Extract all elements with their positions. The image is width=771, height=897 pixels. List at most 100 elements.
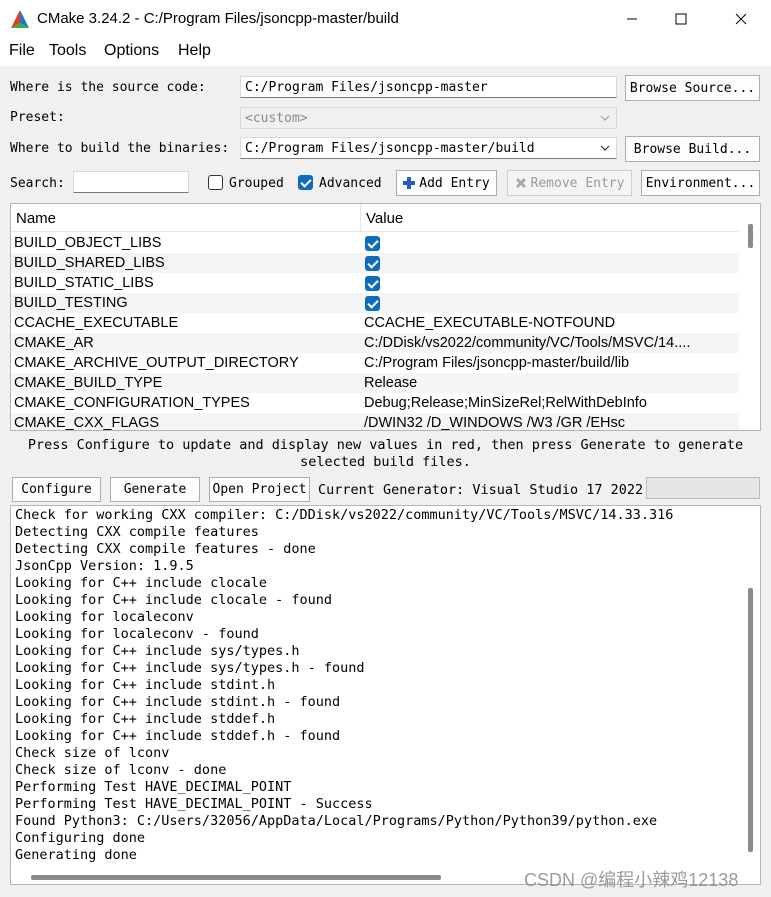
close-icon: [735, 13, 747, 25]
cmake-triangle-icon: [11, 10, 29, 28]
progress-bar: [646, 477, 760, 499]
browse-source-button[interactable]: Browse Source...: [625, 75, 760, 101]
cell-value: C:/DDisk/vs2022/community/VC/Tools/MSVC/…: [364, 335, 691, 351]
log-scrollbar-thumb[interactable]: [748, 588, 753, 852]
window-title: CMake 3.24.2 - C:/Program Files/jsoncpp-…: [37, 10, 399, 27]
preset-label: Preset:: [10, 110, 65, 125]
source-path-input[interactable]: C:/Program Files/jsoncpp-master: [240, 76, 617, 98]
cell-value: Debug;Release;MinSizeRel;RelWithDebInfo: [364, 395, 647, 411]
minimize-button[interactable]: [609, 0, 655, 38]
configure-hint: Press Configure to update and display ne…: [10, 437, 761, 471]
environment-button[interactable]: Environment...: [641, 170, 760, 196]
table-header: Name Value: [11, 204, 739, 232]
log-line: Looking for C++ include stddef.h - found: [15, 728, 341, 744]
table-row[interactable]: BUILD_STATIC_LIBS: [11, 273, 739, 293]
configure-button[interactable]: Configure: [12, 477, 101, 502]
value-checkbox[interactable]: [365, 256, 380, 271]
log-line: Found Python3: C:/Users/32056/AppData/Lo…: [15, 813, 658, 829]
output-log: Check for working CXX compiler: C:/DDisk…: [10, 505, 761, 885]
advanced-label: Advanced: [319, 176, 382, 191]
remove-entry-button[interactable]: Remove Entry: [507, 170, 632, 196]
log-line: Detecting CXX compile features: [15, 524, 259, 540]
cell-name: CMAKE_ARCHIVE_OUTPUT_DIRECTORY: [14, 355, 299, 371]
column-header-value[interactable]: Value: [366, 210, 403, 227]
log-horizontal-scrollbar-thumb[interactable]: [31, 875, 441, 880]
cell-name: BUILD_OBJECT_LIBS: [14, 235, 162, 251]
cell-name: BUILD_TESTING: [14, 295, 128, 311]
log-line: Looking for localeconv: [15, 609, 194, 625]
log-line: Check size of lconv - done: [15, 762, 227, 778]
minimize-icon: [627, 18, 637, 20]
table-row[interactable]: CMAKE_BUILD_TYPE Release: [11, 373, 739, 393]
binaries-path-value: C:/Program Files/jsoncpp-master/build: [245, 141, 535, 156]
binaries-label: Where to build the binaries:: [10, 141, 230, 156]
menu-help[interactable]: Help: [178, 42, 211, 60]
hint-line-1: Press Configure to update and display ne…: [27, 437, 744, 453]
table-scrollbar[interactable]: [739, 204, 760, 430]
chevron-down-icon: [600, 115, 610, 121]
log-line: Looking for C++ include sys/types.h: [15, 643, 300, 659]
cell-value: Release: [364, 375, 418, 391]
table-row[interactable]: BUILD_OBJECT_LIBS: [11, 233, 739, 253]
grouped-checkbox[interactable]: [208, 175, 223, 190]
value-checkbox[interactable]: [365, 276, 380, 291]
value-checkbox[interactable]: [365, 296, 380, 311]
column-header-name[interactable]: Name: [16, 210, 56, 227]
binaries-path-select[interactable]: C:/Program Files/jsoncpp-master/build: [240, 137, 617, 159]
log-line: Looking for C++ include clocale - found: [15, 592, 332, 608]
log-line: Generating done: [15, 847, 137, 863]
add-entry-button[interactable]: Add Entry: [396, 170, 497, 196]
table-row[interactable]: BUILD_SHARED_LIBS: [11, 253, 739, 273]
plus-icon: [403, 177, 416, 189]
remove-icon: [515, 177, 526, 189]
menu-file[interactable]: File: [9, 42, 35, 60]
log-line: Detecting CXX compile features - done: [15, 541, 316, 557]
cell-name: CMAKE_CONFIGURATION_TYPES: [14, 395, 250, 411]
browse-build-button[interactable]: Browse Build...: [625, 136, 760, 162]
table-row[interactable]: CMAKE_CXX_FLAGS/DWIN32 /D_WINDOWS /W3 /G…: [11, 413, 739, 431]
cell-value: C:/Program Files/jsoncpp-master/build/li…: [364, 355, 630, 371]
table-scrollbar-thumb[interactable]: [748, 224, 753, 248]
maximize-button[interactable]: [658, 0, 704, 38]
watermark-text: CSDN @编程小辣鸡12138: [524, 870, 739, 890]
table-row[interactable]: CCACHE_EXECUTABLE CCACHE_EXECUTABLE-NOTFO…: [11, 313, 739, 333]
log-line: Configuring done: [15, 830, 146, 846]
open-project-button[interactable]: Open Project: [209, 477, 310, 502]
preset-value: <custom>: [245, 111, 308, 126]
cell-name: CMAKE_BUILD_TYPE: [14, 375, 163, 391]
preset-select[interactable]: <custom>: [240, 107, 617, 129]
column-divider: [360, 204, 361, 232]
remove-entry-label: Remove Entry: [530, 175, 625, 191]
log-line: JsonCpp Version: 1.9.5: [15, 558, 194, 574]
cell-value: CCACHE_EXECUTABLE-NOTFOUND: [364, 315, 616, 331]
grouped-label: Grouped: [229, 176, 284, 191]
log-line: Check size of lconv: [15, 745, 170, 761]
menu-tools[interactable]: Tools: [49, 42, 86, 60]
log-line: Looking for C++ include clocale: [15, 575, 267, 591]
cache-table: Name Value BUILD_OBJECT_LIBS BUILD_SHARED…: [10, 203, 761, 431]
advanced-checkbox[interactable]: [298, 175, 313, 190]
cell-name: CCACHE_EXECUTABLE: [14, 315, 179, 331]
source-label: Where is the source code:: [10, 80, 206, 95]
log-line: Looking for C++ include stdint.h: [15, 677, 276, 693]
cell-name: CMAKE_AR: [14, 335, 94, 351]
table-row[interactable]: CMAKE_ARCHIVE_OUTPUT_DIRECTORY C:/Program…: [11, 353, 739, 373]
menu-options[interactable]: Options: [104, 42, 159, 60]
table-row[interactable]: CMAKE_AR C:/DDisk/vs2022/community/VC/Too…: [11, 333, 739, 353]
table-row[interactable]: CMAKE_CONFIGURATION_TYPES Debug;Release;M…: [11, 393, 739, 413]
log-line: Looking for C++ include sys/types.h - fo…: [15, 660, 365, 676]
log-scrollbar[interactable]: [739, 506, 760, 862]
table-row[interactable]: BUILD_TESTING: [11, 293, 739, 313]
maximize-icon: [675, 13, 687, 25]
value-checkbox[interactable]: [365, 236, 380, 251]
cell-name: BUILD_SHARED_LIBS: [14, 255, 165, 271]
cell-name: CMAKE_CXX_FLAGS: [14, 415, 160, 431]
title-bar: CMake 3.24.2 - C:/Program Files/jsoncpp-…: [0, 0, 771, 38]
cell-name: BUILD_STATIC_LIBS: [14, 275, 154, 291]
add-entry-label: Add Entry: [419, 175, 490, 191]
search-input[interactable]: [73, 171, 189, 193]
hint-line-2: selected build files.: [300, 454, 471, 470]
generate-button[interactable]: Generate: [110, 477, 200, 502]
close-button[interactable]: [718, 0, 764, 38]
log-line: Looking for C++ include stddef.h: [15, 711, 276, 727]
